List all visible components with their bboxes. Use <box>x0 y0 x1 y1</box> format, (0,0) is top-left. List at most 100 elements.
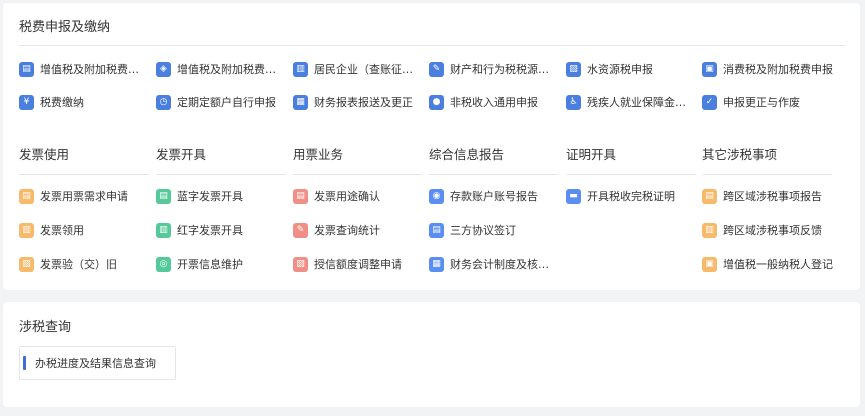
category-item-label: 授信额度调整申请 <box>314 258 402 271</box>
blue-invoice-icon: ▤ <box>156 188 171 204</box>
basket-icon: ▣ <box>702 61 717 77</box>
category-title: 其它涉税事项 <box>702 147 778 162</box>
invoice-receive-icon: ▥ <box>19 222 34 238</box>
category-divider <box>429 174 559 175</box>
info-report-item-agreement[interactable]: ▤ 三方协议签订 <box>429 221 559 239</box>
correct-doc-icon: ✓ <box>702 94 717 110</box>
declare-item-label: 增值税及附加税费预... <box>177 63 286 76</box>
category-item-label: 开具税收完税证明 <box>587 190 675 203</box>
category-item-label: 发票查询统计 <box>314 224 380 237</box>
bank-account-icon: ◉ <box>429 188 444 204</box>
invoice-verify-icon: ▧ <box>19 256 34 272</box>
edit-form-icon: ✎ <box>429 61 444 77</box>
declare-item-vat[interactable]: ▤ 增值税及附加税费申... <box>19 60 149 78</box>
declare-item-tax-payment[interactable]: ¥ 税费缴纳 <box>19 93 149 111</box>
declare-item-correction[interactable]: ✓ 申报更正与作废 <box>702 93 842 111</box>
declare-item-resident-enterprise[interactable]: ▥ 居民企业（查账征收... <box>293 60 423 78</box>
invoice-issue-item-blue[interactable]: ▤ 蓝字发票开具 <box>156 187 286 205</box>
accounting-icon: ▦ <box>429 256 444 272</box>
declare-item-disability-fund[interactable]: ♿ 残疾人就业保障金申报 <box>566 93 696 111</box>
stack-layers-icon: ◈ <box>156 61 171 77</box>
declare-item-label: 消费税及附加税费申报 <box>723 63 833 76</box>
declare-item-fixed-quota[interactable]: ◷ 定期定额户自行申报 <box>156 93 286 111</box>
query-link-label: 办税进度及结果信息查询 <box>35 357 156 370</box>
ticket-business-item-search[interactable]: ✎ 发票查询统计 <box>293 221 423 239</box>
declare-item-vat-prepay[interactable]: ◈ 增值税及附加税费预... <box>156 60 286 78</box>
category-certificate: 证明开具 <box>566 146 696 175</box>
invoice-use-item-receive[interactable]: ▥ 发票领用 <box>19 221 149 239</box>
category-invoice-issue: 发票开具 <box>156 146 286 175</box>
certificate-item-tax-paid[interactable]: ▬ 开具税收完税证明 <box>566 187 696 205</box>
category-divider <box>566 174 696 175</box>
invoice-request-icon: ▤ <box>19 188 34 204</box>
building-doc-icon: ▥ <box>293 61 308 77</box>
category-invoice-use: 发票使用 <box>19 146 149 175</box>
tax-form-icon: ▤ <box>19 61 34 77</box>
ticket-business-item-credit[interactable]: ▧ 授信额度调整申请 <box>293 255 423 273</box>
vat-register-icon: ▣ <box>702 256 717 272</box>
invoice-use-item-request[interactable]: ▤ 发票用票需求申请 <box>19 187 149 205</box>
info-report-item-bank-account[interactable]: ◉ 存款账户账号报告 <box>429 187 559 205</box>
category-title: 证明开具 <box>566 147 617 162</box>
declare-item-label: 定期定额户自行申报 <box>177 96 276 109</box>
category-item-label: 存款账户账号报告 <box>450 190 538 203</box>
accent-bar <box>23 356 26 370</box>
category-item-label: 开票信息维护 <box>177 258 243 271</box>
category-item-label: 发票领用 <box>40 224 84 237</box>
cross-region-feedback-icon: ▥ <box>702 222 717 238</box>
wheelchair-icon: ♿ <box>566 94 581 110</box>
category-item-label: 跨区域涉税事项报告 <box>723 190 822 203</box>
declare-item-label: 非税收入通用申报 <box>450 96 538 109</box>
category-title: 发票使用 <box>19 147 70 162</box>
section-divider <box>19 45 845 46</box>
ticket-business-item-confirm[interactable]: ▤ 发票用途确认 <box>293 187 423 205</box>
category-item-label: 发票用票需求申请 <box>40 190 128 203</box>
category-title: 发票开具 <box>156 147 207 162</box>
category-title: 用票业务 <box>293 147 344 162</box>
category-item-label: 跨区域涉税事项反馈 <box>723 224 822 237</box>
tax-query-card: 涉税查询 办税进度及结果信息查询 <box>3 302 860 407</box>
info-report-item-accounting[interactable]: ▦ 财务会计制度及核算... <box>429 255 559 273</box>
category-item-label: 三方协议签订 <box>450 224 516 237</box>
credit-adjust-icon: ▧ <box>293 256 308 272</box>
category-ticket-business: 用票业务 <box>293 146 423 175</box>
section-title-declare: 税费申报及缴纳 <box>19 20 111 35</box>
other-item-cross-region-feedback[interactable]: ▥ 跨区域涉税事项反馈 <box>702 221 842 239</box>
declare-item-label: 居民企业（查账征收... <box>314 63 423 76</box>
other-item-cross-region-report[interactable]: ▤ 跨区域涉税事项报告 <box>702 187 842 205</box>
category-title: 综合信息报告 <box>429 147 505 162</box>
declare-item-label: 财产和行为税税源采... <box>450 63 559 76</box>
declare-item-non-tax-income[interactable]: ● 非税收入通用申报 <box>429 93 559 111</box>
category-other: 其它涉税事项 <box>702 146 832 175</box>
declare-item-label: 税费缴纳 <box>40 96 84 109</box>
invoice-issue-item-settings[interactable]: ◎ 开票信息维护 <box>156 255 286 273</box>
declare-item-label: 财务报表报送及更正 <box>314 96 413 109</box>
category-item-label: 蓝字发票开具 <box>177 190 243 203</box>
declare-item-consumption-tax[interactable]: ▣ 消费税及附加税费申报 <box>702 60 842 78</box>
category-item-label: 红字发票开具 <box>177 224 243 237</box>
declare-item-water-resource[interactable]: ▧ 水资源税申报 <box>566 60 696 78</box>
declare-item-property-tax[interactable]: ✎ 财产和行为税税源采... <box>429 60 559 78</box>
certificate-icon: ▬ <box>566 188 581 204</box>
coin-payment-icon: ¥ <box>19 94 34 110</box>
category-info-report: 综合信息报告 <box>429 146 559 175</box>
agreement-icon: ▤ <box>429 222 444 238</box>
category-item-label: 财务会计制度及核算... <box>450 258 559 271</box>
invoice-use-item-verify[interactable]: ▧ 发票验（交）旧 <box>19 255 149 273</box>
category-item-label: 发票验（交）旧 <box>40 258 117 271</box>
invoice-confirm-icon: ▤ <box>293 188 308 204</box>
declare-item-label: 水资源税申报 <box>587 63 653 76</box>
category-divider <box>156 174 286 175</box>
category-divider <box>19 174 149 175</box>
category-divider <box>293 174 423 175</box>
category-item-label: 发票用途确认 <box>314 190 380 203</box>
category-divider <box>702 174 832 175</box>
other-item-vat-register[interactable]: ▣ 增值税一般纳税人登记 <box>702 255 842 273</box>
invoice-search-icon: ✎ <box>293 222 308 238</box>
invoice-issue-item-red[interactable]: ▥ 红字发票开具 <box>156 221 286 239</box>
drop-icon: ● <box>429 94 444 110</box>
report-card-icon: ▦ <box>293 94 308 110</box>
declare-item-label: 残疾人就业保障金申报 <box>587 96 696 109</box>
query-progress-link[interactable]: 办税进度及结果信息查询 <box>19 346 176 380</box>
declare-item-financial-report[interactable]: ▦ 财务报表报送及更正 <box>293 93 423 111</box>
